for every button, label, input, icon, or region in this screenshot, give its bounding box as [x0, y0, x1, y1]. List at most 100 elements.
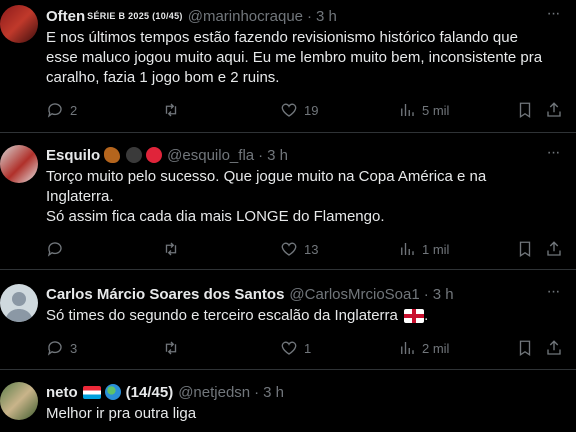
timestamp[interactable]: 3 h [267, 147, 288, 164]
bookmark-button[interactable] [516, 239, 534, 259]
separator-dot: · [258, 146, 264, 164]
globe-emoji-icon [104, 384, 121, 400]
display-name[interactable]: Carlos Márcio Soares dos Santos [46, 286, 284, 303]
tweet-text: Torço muito pelo sucesso. Que jogue muit… [46, 167, 558, 227]
handle[interactable]: @marinhocraque [188, 8, 303, 25]
heart-icon [281, 242, 297, 256]
retweet-icon [165, 341, 177, 355]
handle[interactable]: @CarlosMrcioSoa1 [289, 286, 419, 303]
bookmark-button[interactable] [516, 338, 534, 358]
tweet-text-line: Torço muito pelo sucesso. Que jogue muit… [46, 168, 487, 185]
display-name[interactable]: neto [46, 384, 78, 401]
retweet-button[interactable] [162, 100, 186, 120]
tweet-text-line: esse maluco jogou muito aqui. Eu me lemb… [46, 49, 543, 66]
separator-dot: · [307, 7, 313, 25]
tweet-text: Só times do segundo e terceiro escalão d… [46, 306, 558, 326]
share-icon [547, 340, 561, 355]
views-chart-icon [401, 104, 414, 116]
tweet-text: E nos últimos tempos estão fazendo revis… [46, 28, 558, 88]
timestamp[interactable]: 3 h [316, 8, 337, 25]
like-count: 19 [304, 102, 319, 118]
reply-tweet[interactable]: neto (14/45) @netjedsn · 3 h Melhor ir p… [0, 370, 576, 432]
tweet-header: Often SÉRIE B 2025 (10/45) @marinhocraqu… [46, 5, 337, 27]
handle[interactable]: @esquilo_fla [167, 147, 254, 164]
avatar[interactable] [0, 284, 38, 322]
reply-count: 3 [70, 340, 78, 356]
reply-icon [47, 242, 62, 257]
retweet-icon [165, 242, 177, 256]
more-options-icon[interactable]: ··· [544, 284, 562, 305]
tweet-text: Melhor ir pra outra liga [46, 404, 558, 424]
red-circle-emoji-icon [146, 147, 163, 163]
action-bar: 2 19 5 mil [46, 100, 566, 120]
separator-dot: · [423, 285, 429, 303]
reply-button[interactable]: 3 [46, 338, 77, 358]
views-chart-icon [401, 342, 414, 354]
share-button[interactable] [545, 338, 563, 358]
luxembourg-flag-emoji-icon [82, 385, 101, 399]
reply-feed: Often SÉRIE B 2025 (10/45) @marinhocraqu… [0, 0, 576, 432]
share-button[interactable] [545, 100, 563, 120]
like-count: 13 [304, 241, 319, 257]
england-flag-emoji-icon [404, 309, 425, 324]
tweet-text-line: Inglaterra. [46, 188, 114, 205]
share-icon [547, 241, 561, 256]
tweet-text-period: . [424, 307, 429, 324]
views-button[interactable]: 5 mil [398, 100, 449, 120]
timestamp[interactable]: 3 h [263, 384, 284, 401]
tweet-header: neto (14/45) @netjedsn · 3 h [46, 381, 284, 403]
tweet-text-line: Melhor ir pra outra liga [46, 405, 197, 422]
bookmark-button[interactable] [516, 100, 534, 120]
tweet-header: Esquilo @esquilo_fla · 3 h [46, 144, 288, 166]
reply-tweet[interactable]: Esquilo @esquilo_fla · 3 h ··· Torço mui… [0, 133, 576, 270]
retweet-icon [165, 103, 177, 117]
black-circle-emoji-icon [126, 147, 143, 163]
like-button[interactable]: 19 [280, 100, 318, 120]
views-count: 2 mil [422, 340, 450, 356]
views-count: 5 mil [422, 102, 450, 118]
reply-icon [47, 103, 62, 118]
like-button[interactable]: 13 [280, 239, 318, 259]
action-bar: 3 1 2 mil [46, 338, 566, 358]
tweet-text-line: Só assim fica cada dia mais LONGE do Fla… [46, 208, 385, 225]
views-button[interactable]: 1 mil [398, 239, 449, 259]
like-count: 1 [304, 340, 312, 356]
separator-dot: · [254, 383, 260, 401]
share-icon [547, 102, 561, 117]
display-name[interactable]: Esquilo [46, 147, 100, 164]
tweet-text-line: Só times do segundo e terceiro escalão d… [46, 307, 398, 324]
bookmark-icon [519, 340, 531, 357]
tweet-text-line: E nos últimos tempos estão fazendo revis… [46, 29, 518, 46]
tweet-header: Carlos Márcio Soares dos Santos @CarlosM… [46, 283, 454, 305]
more-options-icon[interactable]: ··· [544, 145, 562, 166]
more-options-icon[interactable]: ··· [544, 6, 562, 27]
avatar[interactable] [0, 5, 38, 43]
retweet-button[interactable] [162, 338, 186, 358]
bookmark-icon [519, 241, 531, 258]
heart-icon [281, 103, 297, 117]
reply-tweet[interactable]: Often SÉRIE B 2025 (10/45) @marinhocraqu… [0, 0, 576, 133]
views-button[interactable]: 2 mil [398, 338, 449, 358]
display-name[interactable]: Often [46, 8, 85, 25]
reply-button[interactable] [46, 239, 70, 259]
views-count: 1 mil [422, 241, 450, 257]
like-button[interactable]: 1 [280, 338, 311, 358]
retweet-button[interactable] [162, 239, 186, 259]
avatar[interactable] [0, 382, 38, 420]
reply-button[interactable]: 2 [46, 100, 77, 120]
name-suffix: (14/45) [125, 383, 174, 401]
timestamp[interactable]: 3 h [433, 286, 454, 303]
share-button[interactable] [545, 239, 563, 259]
tweet-text-line: caralho, fazia 1 jogo bom e 2 ruins. [46, 69, 280, 86]
reply-icon [47, 341, 62, 356]
views-chart-icon [401, 243, 414, 255]
reply-tweet[interactable]: Carlos Márcio Soares dos Santos @CarlosM… [0, 270, 576, 370]
name-suffix: SÉRIE B 2025 (10/45) [87, 11, 183, 21]
avatar[interactable] [0, 145, 38, 183]
action-bar: 13 1 mil [46, 239, 566, 259]
heart-icon [281, 341, 297, 355]
default-profile-icon [5, 292, 33, 322]
handle[interactable]: @netjedsn [178, 384, 250, 401]
squirrel-emoji-icon [104, 147, 121, 163]
reply-count: 2 [70, 102, 78, 118]
